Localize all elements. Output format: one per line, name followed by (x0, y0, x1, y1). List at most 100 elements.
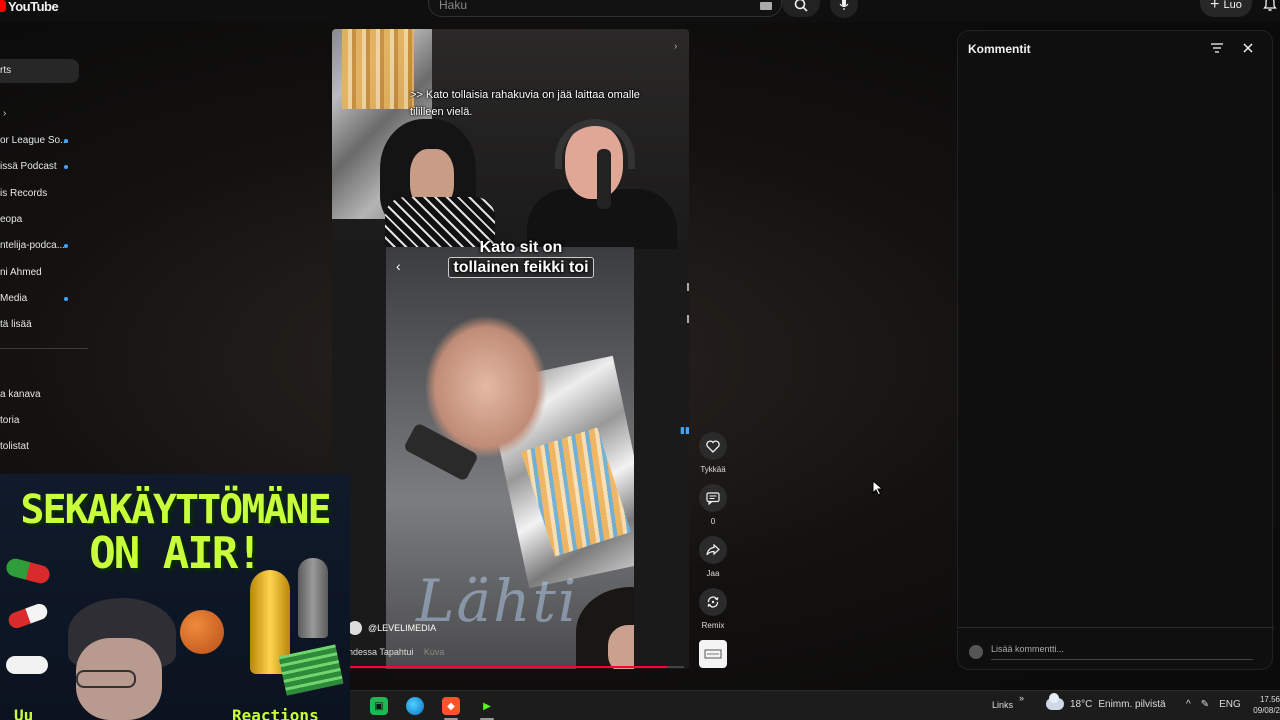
heart-icon (706, 439, 720, 453)
sidebar-subscription[interactable]: eopa (0, 214, 88, 228)
close-comments-button[interactable] (1242, 41, 1254, 59)
sidebar-item-shorts[interactable]: rts (0, 59, 79, 83)
sidebar-subscription[interactable]: ntelija-podca... (0, 240, 88, 254)
stream-overlay: SEKAKÄYTTÖMÄNE ON AIR! Uu Reactions (0, 474, 350, 720)
sort-icon (1211, 43, 1223, 53)
share-label: Jaa (706, 569, 720, 578)
share-button[interactable]: Jaa (696, 536, 730, 578)
caption-mid: Kato sit on tollainen feikki toi (416, 238, 626, 278)
channel-avatar[interactable] (348, 621, 362, 635)
sidebar-subscription[interactable]: Media (0, 293, 88, 307)
sidebar-subscription[interactable]: issä Podcast (0, 161, 88, 175)
sidebar: rts › or League So... issä Podcast is Re… (0, 22, 88, 482)
sidebar-show-more[interactable]: tä lisää (0, 319, 88, 333)
channel-info[interactable]: @LEVELIMEDIA (348, 621, 436, 635)
like-label: Tykkää (700, 465, 726, 474)
search-input[interactable]: Haku (428, 0, 782, 17)
add-comment-input[interactable]: Lisää kommentti... (991, 644, 1253, 660)
headphones-icon (555, 119, 635, 169)
overlay-title: SEKAKÄYTTÖMÄNE ON AIR! (0, 488, 350, 576)
microphone-icon (298, 558, 328, 638)
video-progress-bar[interactable] (348, 666, 684, 668)
tick-mark (687, 283, 689, 291)
sidebar-item-label: issä Podcast (0, 161, 57, 172)
video-frame-top (332, 29, 689, 249)
sidebar-item-label: toria (0, 415, 20, 426)
pen-icon[interactable]: ✎ (1201, 699, 1209, 710)
youtube-play-icon (0, 0, 6, 12)
add-comment-placeholder: Lisää kommentti... (991, 644, 1065, 654)
language-indicator[interactable]: ENG (1219, 699, 1241, 710)
notifications-button[interactable] (1263, 0, 1277, 17)
user-avatar (969, 645, 983, 659)
live-dot-icon (64, 139, 68, 143)
search-placeholder: Haku (439, 0, 468, 12)
sidebar-subscription[interactable]: ni Ahmed (0, 267, 88, 281)
keyboard-icon[interactable] (760, 2, 772, 10)
chevrons-right-icon[interactable]: » (1019, 693, 1024, 703)
sidebar-subscription[interactable]: or League So... (0, 135, 88, 149)
comments-divider (958, 627, 1274, 628)
remix-button[interactable]: Remix (696, 588, 730, 630)
weather-widget[interactable]: 18°C Enimm. pilvistä (1046, 693, 1166, 710)
video-progress-fill (348, 666, 668, 668)
sidebar-item-label: ntelija-podca... (0, 240, 66, 251)
glasses-icon (76, 670, 136, 688)
sidebar-divider (0, 348, 88, 349)
comments-button[interactable]: 0 (696, 484, 730, 526)
bell-icon (1263, 0, 1277, 11)
mouse-cursor-icon (872, 479, 884, 501)
caption-top: >> Kato tollaisia rahakuvia on jää laitt… (410, 89, 640, 118)
youtube-logo[interactable]: YouTube (0, 0, 59, 15)
search-button[interactable] (782, 0, 820, 17)
sidebar-item-history[interactable]: toria (0, 415, 88, 429)
video-frame-bottom: Lähti (386, 247, 634, 669)
pill-icon (6, 601, 50, 631)
create-button[interactable]: + Luo (1200, 0, 1252, 17)
live-dot-icon (64, 297, 68, 301)
chevron-left-icon[interactable]: ‹ (396, 258, 401, 274)
sort-comments-button[interactable] (1210, 41, 1224, 59)
sidebar-item-label: or League So... (0, 135, 69, 146)
edge-browser-icon[interactable] (406, 697, 424, 715)
clock-time: 17.56 (1259, 695, 1280, 704)
like-button[interactable]: Tykkää (696, 432, 730, 474)
taskbar-app-icon[interactable]: ▣ (370, 697, 388, 715)
masthead: YouTube Haku + Luo (0, 0, 1280, 22)
kick-app-icon[interactable]: ▶ (478, 697, 496, 715)
sidebar-item-label: rts (0, 65, 12, 76)
microphone-icon (839, 0, 849, 10)
links-toolbar[interactable]: Links (992, 700, 1013, 710)
chevron-up-icon[interactable]: ^ (1186, 699, 1191, 710)
sidebar-item-label: ni Ahmed (0, 267, 42, 278)
weather-desc: Enimm. pilvistä (1098, 698, 1166, 710)
sidebar-item-label: is Records (0, 188, 48, 199)
search-icon (794, 0, 808, 12)
screen: YouTube Haku + Luo rts › or League So...… (0, 0, 1280, 720)
studio-mic-image (597, 149, 611, 209)
clock[interactable]: 17.56 09/08/2 (1250, 694, 1280, 716)
weather-temp: 18°C (1070, 698, 1093, 710)
taskbar: ▣ ◆ ▶ Links » 18°C Enimm. pilvistä ^ ✎ E… (350, 690, 1280, 720)
pill-icon (6, 656, 48, 674)
sidebar-item-your-channel[interactable]: a kanava (0, 389, 88, 403)
sidebar-item-playlists[interactable]: tolistat (0, 441, 88, 455)
channel-handle[interactable]: @LEVELIMEDIA (368, 623, 436, 633)
comment-icon (706, 491, 720, 505)
sidebar-subscription[interactable]: is Records (0, 188, 88, 202)
sound-thumbnail[interactable] (699, 640, 727, 668)
share-icon (706, 544, 720, 556)
brave-browser-icon[interactable]: ◆ (442, 697, 460, 715)
sound-icon (704, 649, 722, 659)
live-dot-icon (64, 165, 68, 169)
subscriptions-chevron-icon[interactable]: › (3, 108, 6, 119)
voice-search-button[interactable] (830, 0, 858, 18)
person-left (380, 119, 495, 247)
remix-label: Remix (701, 621, 725, 630)
system-tray: ^ ✎ ENG (1186, 699, 1241, 710)
chevron-right-icon[interactable]: › (674, 41, 677, 52)
tick-mark (687, 315, 689, 323)
sidebar-item-label: tä lisää (0, 319, 32, 330)
shorts-player[interactable]: › >> Kato tollaisia rahakuvia on jää lai… (332, 29, 689, 669)
comments-panel: Kommentit Lisää kommentti... (957, 30, 1274, 670)
